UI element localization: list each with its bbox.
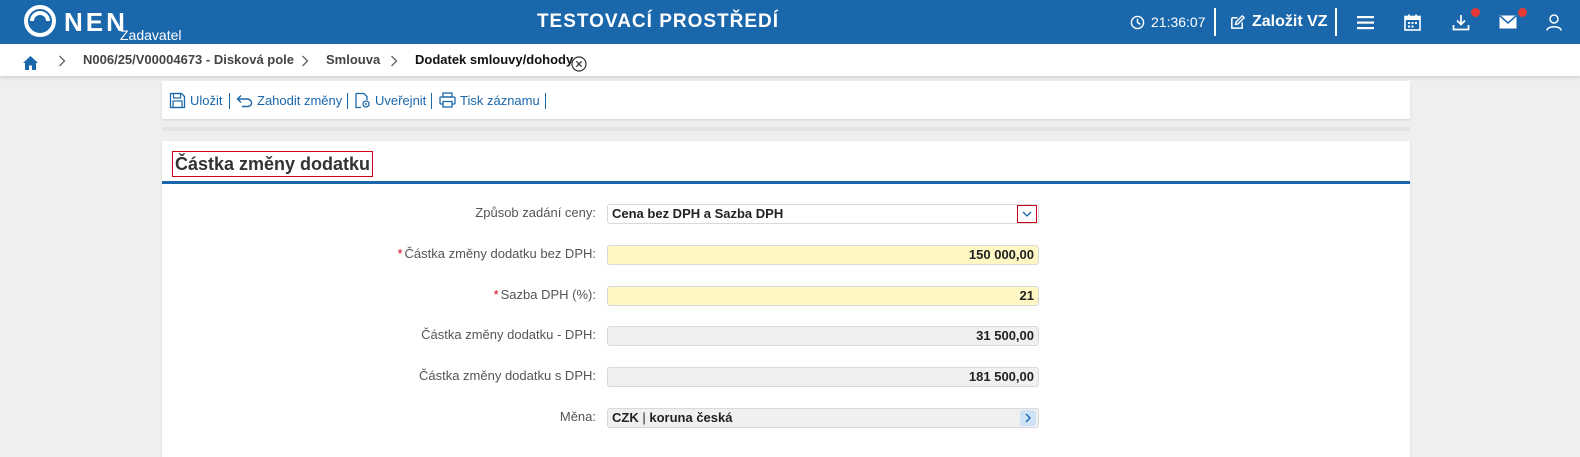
currency-name: koruna česká <box>649 410 733 425</box>
currency-code: CZK <box>612 410 639 425</box>
breadcrumb-item-current: Dodatek smlouvy/dohody <box>415 52 574 67</box>
header-divider <box>1214 8 1216 36</box>
user-icon <box>1546 13 1562 31</box>
vat-rate-label-text: Sazba DPH (%): <box>500 287 596 302</box>
vat-amount-label: Částka změny dodatku - DPH: <box>421 327 596 342</box>
publish-button[interactable]: Uveřejnit <box>354 81 426 119</box>
environment-title: TESTOVACÍ PROSTŘEDÍ <box>536 11 780 32</box>
amount-without-vat-label-text: Částka změny dodatku bez DPH: <box>404 246 596 261</box>
clock-icon <box>1130 15 1145 29</box>
amount-with-vat-label: Částka změny dodatku s DPH: <box>418 368 596 383</box>
calendar-button[interactable] <box>1404 0 1421 44</box>
currency-label: Měna: <box>559 409 596 424</box>
toolbar-divider <box>431 93 432 109</box>
price-method-value: Cena bez DPH a Sazba DPH <box>612 206 784 221</box>
print-record-button[interactable]: Tisk záznamu <box>439 81 540 119</box>
chevron-down-icon <box>1022 211 1032 217</box>
session-clock: 21:36:07 <box>1130 0 1206 44</box>
toolbar-divider <box>545 93 546 109</box>
chevron-right-icon <box>58 44 66 76</box>
top-bar: NEN Zadavatel TESTOVACÍ PROSTŘEDÍ 21:36:… <box>0 0 1580 44</box>
toolbar-divider <box>347 93 348 109</box>
currency-separator: | <box>642 410 646 425</box>
breadcrumb: N006/25/V00004673 - Disková pole Smlouva… <box>0 44 1580 76</box>
vat-rate-input[interactable]: 21 <box>607 286 1039 306</box>
undo-icon <box>236 94 253 107</box>
close-tab-button[interactable] <box>571 52 587 72</box>
calendar-icon <box>1404 14 1421 31</box>
downloads-button[interactable] <box>1452 0 1480 44</box>
clock-time: 21:36:07 <box>1151 14 1206 30</box>
chevron-right-icon <box>390 44 398 76</box>
chevron-right-icon <box>1025 413 1031 423</box>
notification-badge <box>1518 8 1527 17</box>
amount-without-vat-label: * Částka změny dodatku bez DPH: <box>397 246 596 261</box>
menu-button[interactable] <box>1357 0 1374 44</box>
user-button[interactable] <box>1546 0 1562 44</box>
action-toolbar: Uložit Zahodit změny Uveřejnit Tisk zázn… <box>162 81 1410 119</box>
currency-lookup-button[interactable] <box>1020 410 1036 426</box>
toolbar-divider <box>229 93 230 109</box>
price-method-label: Způsob zadání ceny: <box>475 205 596 220</box>
publish-label: Uveřejnit <box>375 92 427 108</box>
amendment-amount-panel: Částka změny dodatku Způsob zadání ceny:… <box>162 141 1410 457</box>
panel-separator <box>162 127 1410 131</box>
amount-without-vat-input[interactable]: 150 000,00 <box>607 245 1039 265</box>
close-circle-icon <box>571 56 587 72</box>
breadcrumb-item-contract-record[interactable]: N006/25/V00004673 - Disková pole <box>83 44 294 76</box>
breadcrumb-item-contract[interactable]: Smlouva <box>326 44 380 76</box>
print-label: Tisk záznamu <box>460 92 540 108</box>
home-icon <box>23 56 38 70</box>
publish-settings-icon <box>355 92 370 108</box>
section-title: Částka změny dodatku <box>172 151 374 177</box>
notification-badge <box>1471 8 1480 17</box>
currency-lookup-field[interactable]: CZK | koruna česká <box>607 408 1039 428</box>
hamburger-icon <box>1357 15 1374 29</box>
save-label: Uložit <box>190 92 223 108</box>
new-vz-label: Založit VZ <box>1252 13 1328 30</box>
price-method-dropdown-button[interactable] <box>1017 205 1037 223</box>
messages-button[interactable] <box>1499 0 1527 44</box>
discard-changes-button[interactable]: Zahodit změny <box>236 81 342 119</box>
amount-with-vat-field: 181 500,00 <box>607 367 1039 387</box>
home-link[interactable] <box>22 51 39 70</box>
printer-icon <box>439 92 456 108</box>
new-vz-button[interactable]: Založit VZ <box>1229 0 1328 44</box>
mail-icon <box>1499 15 1517 29</box>
required-mark: * <box>493 287 499 302</box>
vat-rate-label: * Sazba DPH (%): <box>494 287 596 302</box>
floppy-icon <box>169 92 186 108</box>
header-divider <box>1335 8 1337 36</box>
save-button[interactable]: Uložit <box>169 81 223 119</box>
discard-label: Zahodit změny <box>257 92 343 108</box>
chevron-right-icon <box>301 44 309 76</box>
required-mark: * <box>397 246 403 261</box>
edit-icon <box>1231 14 1246 29</box>
vat-amount-field: 31 500,00 <box>607 326 1039 346</box>
download-icon <box>1452 14 1470 30</box>
price-method-select[interactable]: Cena bez DPH a Sazba DPH <box>607 204 1039 224</box>
section-underline <box>162 181 1410 184</box>
